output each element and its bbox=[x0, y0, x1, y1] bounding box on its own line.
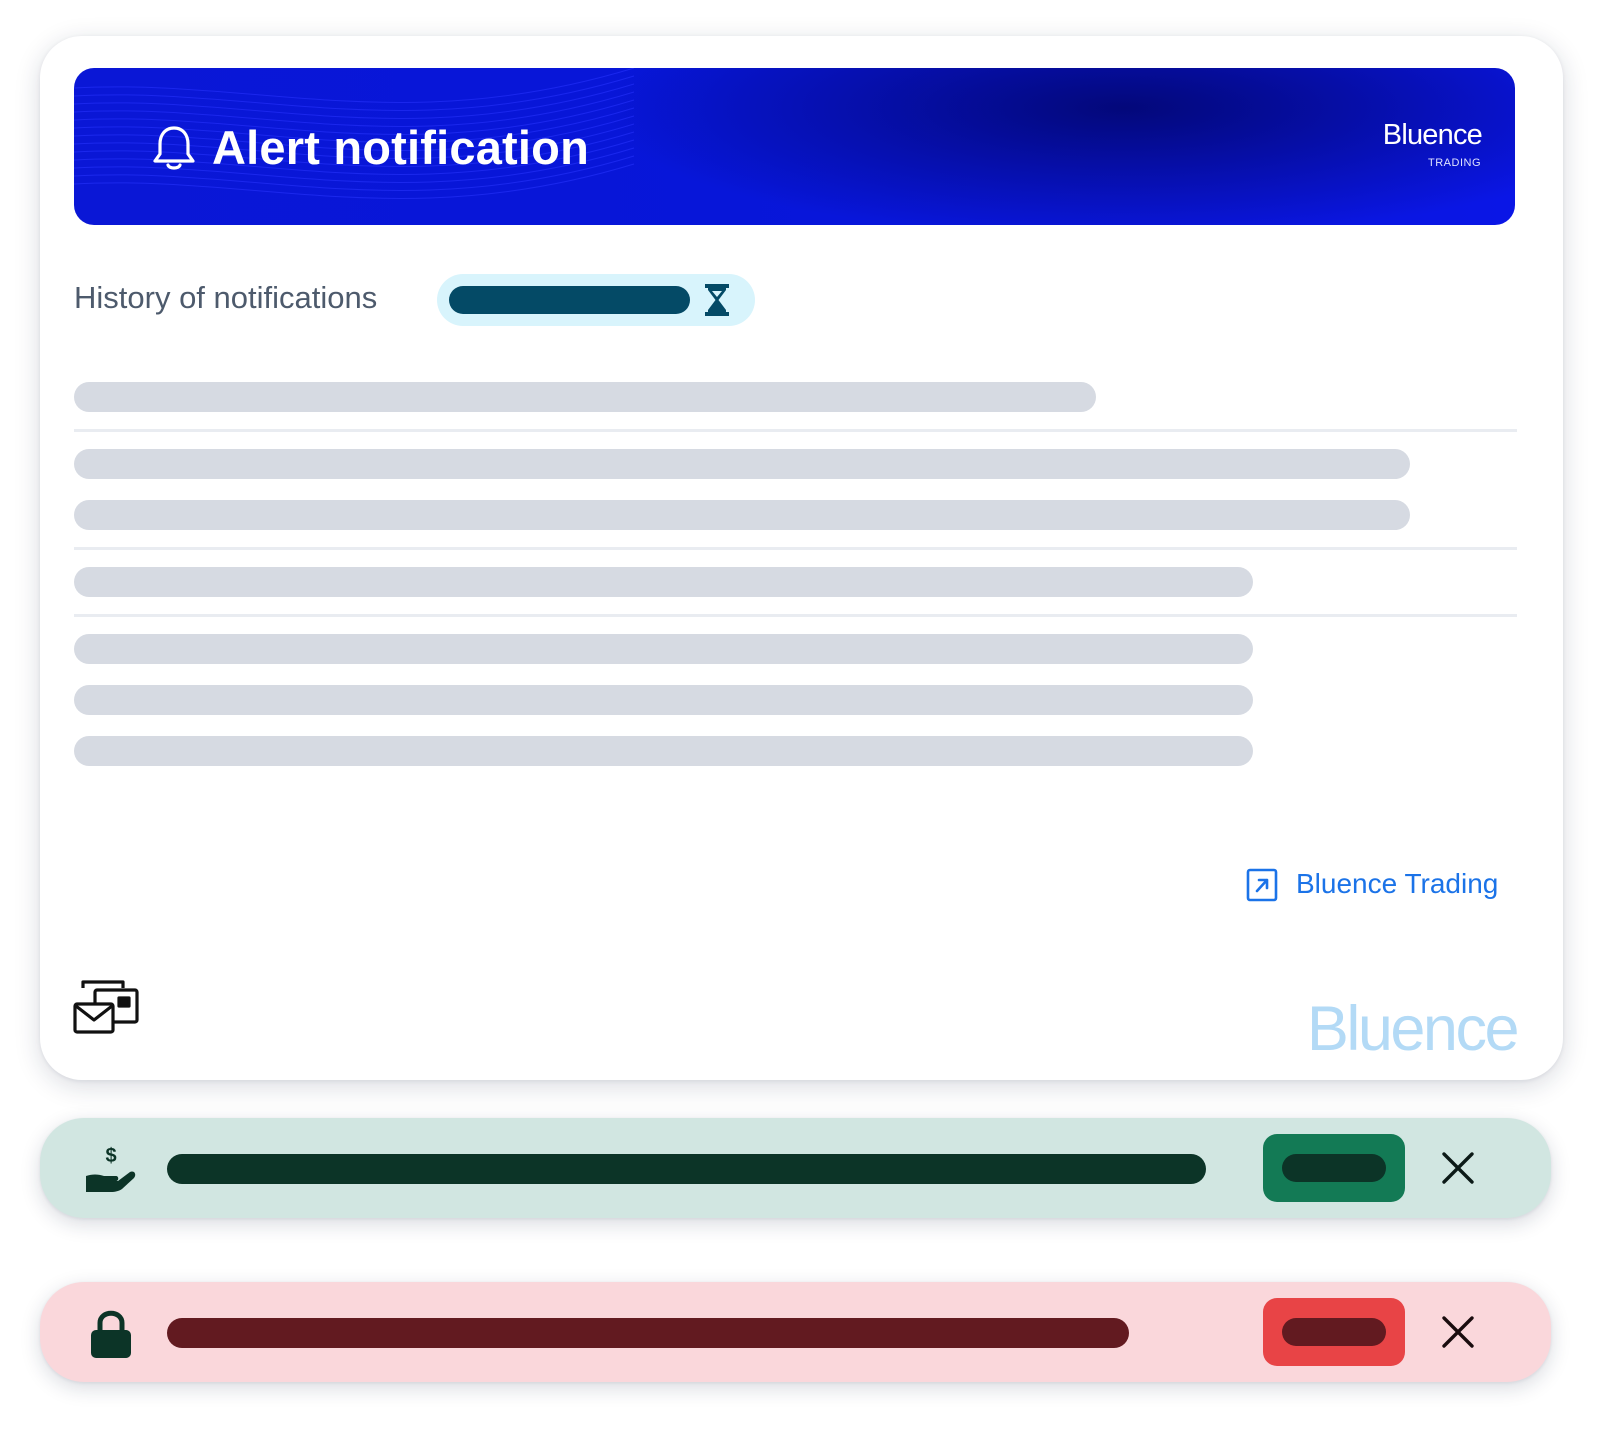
pending-status-pill[interactable] bbox=[437, 274, 755, 326]
skeleton-line bbox=[74, 500, 1410, 530]
banner-title: Alert notification bbox=[212, 121, 589, 174]
close-icon[interactable] bbox=[1441, 1151, 1475, 1185]
external-link-icon bbox=[1246, 868, 1278, 902]
svg-text:$: $ bbox=[105, 1145, 116, 1167]
skeleton-line bbox=[74, 634, 1253, 664]
error-action-button[interactable] bbox=[1263, 1298, 1405, 1366]
error-message-placeholder bbox=[167, 1318, 1129, 1348]
pending-status-placeholder bbox=[449, 286, 690, 314]
alert-banner: Alert notification Bluence TRADING bbox=[74, 68, 1515, 225]
brand-name: Bluence bbox=[1382, 119, 1483, 151]
error-action-label-placeholder bbox=[1282, 1318, 1386, 1346]
success-action-label-placeholder bbox=[1282, 1154, 1386, 1182]
success-toast: $ bbox=[40, 1118, 1551, 1218]
skeleton-line bbox=[74, 736, 1253, 766]
skeleton-line bbox=[74, 685, 1253, 715]
hourglass-icon bbox=[705, 284, 729, 316]
mail-card-icon bbox=[73, 980, 139, 1034]
bell-icon bbox=[153, 126, 195, 170]
brand-subtitle: TRADING bbox=[1428, 157, 1481, 169]
footer-logo: Bluence bbox=[1306, 994, 1520, 1064]
success-message-placeholder bbox=[167, 1154, 1206, 1184]
error-toast bbox=[40, 1282, 1551, 1382]
history-label: History of notifications bbox=[74, 280, 378, 315]
success-action-button[interactable] bbox=[1263, 1134, 1405, 1202]
lock-icon bbox=[91, 1310, 131, 1358]
skeleton-line bbox=[74, 567, 1253, 597]
hand-dollar-icon: $ bbox=[86, 1145, 136, 1192]
skeleton-line bbox=[74, 449, 1410, 479]
list-divider bbox=[74, 429, 1517, 432]
list-divider bbox=[74, 547, 1517, 550]
link-label[interactable]: Bluence Trading bbox=[1296, 867, 1498, 901]
skeleton-line bbox=[74, 382, 1096, 412]
list-divider bbox=[74, 614, 1517, 617]
close-icon[interactable] bbox=[1441, 1315, 1475, 1349]
alert-card: Alert notification Bluence TRADING Histo… bbox=[40, 36, 1563, 1080]
